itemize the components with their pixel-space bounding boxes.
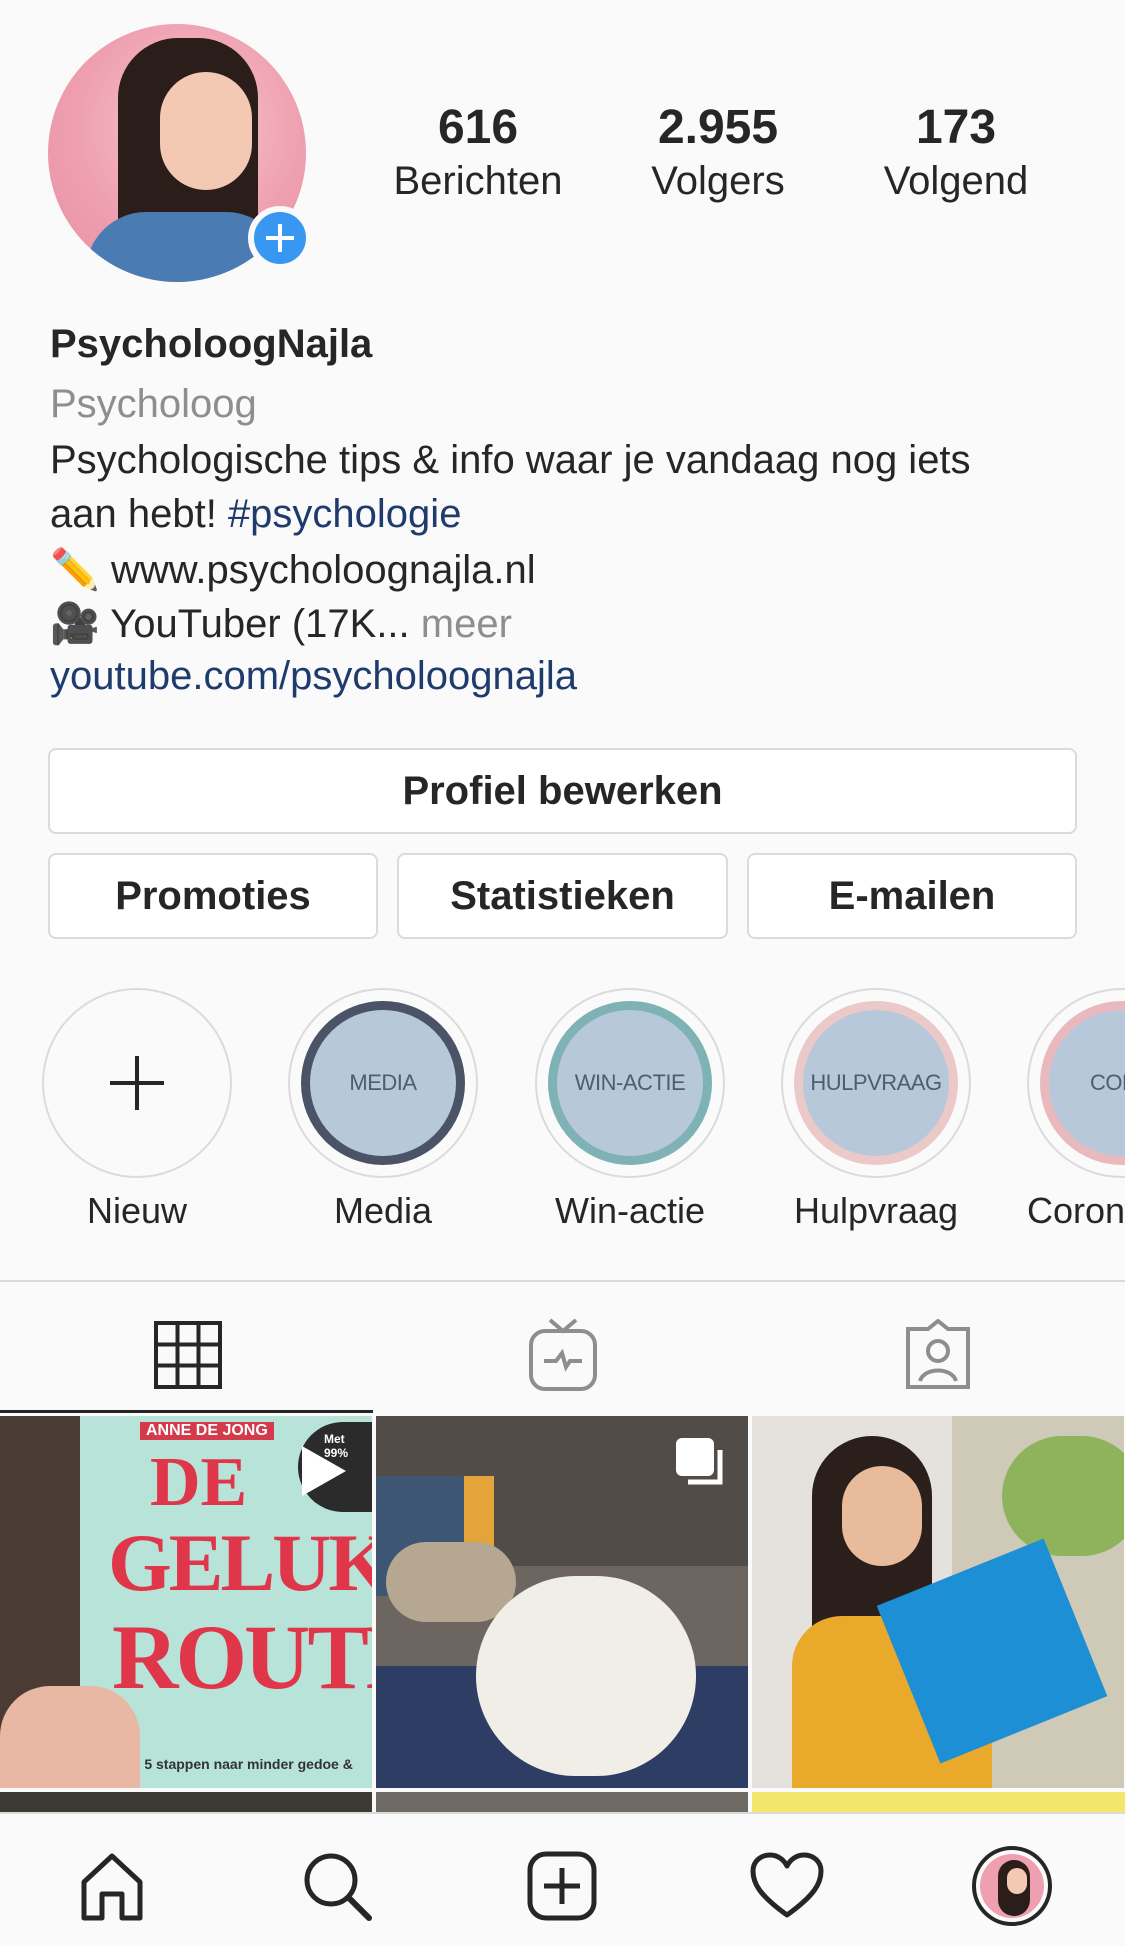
movie-camera-icon: 🎥	[50, 602, 100, 646]
plus-icon	[266, 224, 294, 252]
tab-tagged[interactable]	[750, 1300, 1125, 1410]
hand	[0, 1686, 140, 1788]
post-title-1: DE	[150, 1444, 248, 1521]
promotions-button[interactable]: Promoties	[48, 853, 378, 939]
tagged-icon	[905, 1319, 970, 1389]
new-post-icon	[527, 1851, 597, 1921]
nav-activity[interactable]	[737, 1836, 837, 1936]
bio-text: aan hebt!	[50, 492, 228, 536]
post-author-text: ANNE DE JONG	[140, 1422, 274, 1440]
highlight-win-actie[interactable]: WIN-ACTIE Win-actie	[535, 988, 725, 1232]
bio-line-3: ✏️ www.psycholoognajla.nl	[50, 546, 536, 593]
stat-followers-value: 2.955	[657, 101, 779, 154]
bio-line-4: 🎥 YouTuber (17K... meer	[50, 600, 512, 647]
more-link[interactable]: meer	[421, 602, 512, 646]
grid-icon	[153, 1321, 222, 1389]
bio-hashtag-link[interactable]: #psychologie	[228, 492, 462, 536]
email-button[interactable]: E-mailen	[747, 853, 1077, 939]
nav-search[interactable]	[287, 1836, 387, 1936]
post-title-3: ROUTE	[112, 1606, 372, 1708]
tab-grid[interactable]	[0, 1300, 375, 1410]
search-icon	[304, 1853, 372, 1921]
home-icon	[81, 1853, 143, 1921]
post-row-preview	[376, 1792, 748, 1812]
add-story-button[interactable]	[248, 206, 312, 270]
profile-username: PsycholoogNajla	[50, 322, 373, 366]
highlight-label: Nieuw	[86, 1190, 188, 1231]
post-row-preview	[752, 1792, 1125, 1812]
profile-category: Psycholoog	[50, 382, 257, 426]
highlight-cover: MEDIA	[301, 1001, 465, 1165]
highlight-label: Hulpvraag	[793, 1190, 959, 1231]
post-subtitle: In 5 stappen naar minder gedoe &	[128, 1756, 353, 1772]
nav-new-post[interactable]	[512, 1836, 612, 1936]
post-title-2: GELUKS	[108, 1517, 372, 1608]
divider	[0, 1280, 1125, 1282]
video-icon	[302, 1446, 346, 1496]
profile-external-link[interactable]: youtube.com/psycholoognajla	[50, 654, 577, 699]
profile-avatar-small	[972, 1846, 1052, 1926]
highlight-cover: WIN-ACTIE	[548, 1001, 712, 1165]
nav-home[interactable]	[62, 1836, 162, 1936]
highlight-label: Win-actie	[554, 1190, 706, 1231]
pencil-icon: ✏️	[50, 548, 100, 592]
stat-posts-label: Berichten	[393, 159, 563, 203]
highlight-cover: CORO	[1040, 1001, 1125, 1165]
post-tile[interactable]	[752, 1416, 1124, 1788]
highlight-label: Corona	[1027, 1190, 1125, 1231]
stat-followers[interactable]: 2.955 Volgers	[618, 100, 818, 206]
carousel-icon	[676, 1438, 723, 1485]
stat-posts[interactable]: 616 Berichten	[378, 100, 578, 206]
stat-following-value: 173	[915, 101, 997, 154]
post-tile[interactable]	[376, 1416, 748, 1788]
post-row-preview	[0, 1792, 372, 1812]
stat-following[interactable]: 173 Volgend	[856, 100, 1056, 206]
stat-following-label: Volgend	[883, 159, 1029, 203]
highlight-media[interactable]: MEDIA Media	[288, 988, 478, 1232]
post-tile[interactable]: ANNE DE JONG DE GELUKS ROUTE In 5 stappe…	[0, 1416, 372, 1788]
highlight-hulpvraag[interactable]: HULPVRAAG Hulpvraag	[781, 988, 971, 1232]
nav-profile[interactable]	[962, 1836, 1062, 1936]
bio-youtuber: YouTuber (17K...	[110, 602, 410, 646]
active-tab-indicator	[0, 1410, 373, 1413]
highlight-cover: HULPVRAAG	[794, 1001, 958, 1165]
tab-igtv[interactable]	[375, 1300, 750, 1410]
statistics-button[interactable]: Statistieken	[397, 853, 728, 939]
activity-icon	[750, 1852, 824, 1918]
stat-followers-label: Volgers	[651, 159, 785, 203]
igtv-icon	[528, 1318, 597, 1391]
stat-posts-value: 616	[437, 101, 519, 154]
highlight-label: Media	[333, 1190, 433, 1231]
bio-website: www.psycholoognajla.nl	[110, 548, 536, 592]
highlight-new[interactable]: Nieuw	[42, 988, 232, 1232]
bio-line-2: aan hebt! #psychologie	[50, 492, 461, 537]
bio-line-1: Psychologische tips & info waar je vanda…	[50, 438, 971, 482]
highlight-corona[interactable]: CORO Corona	[1027, 988, 1125, 1248]
edit-profile-button[interactable]: Profiel bewerken	[48, 748, 1077, 834]
plus-icon	[110, 1056, 164, 1110]
